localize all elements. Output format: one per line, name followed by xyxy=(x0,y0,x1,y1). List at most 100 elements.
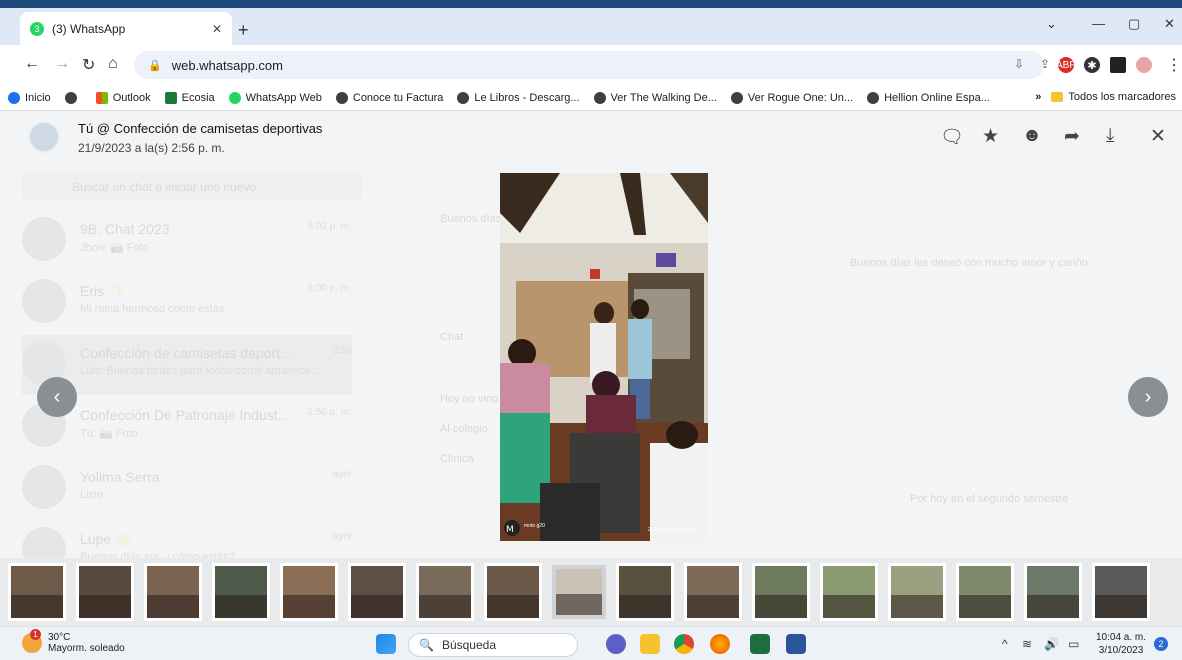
home-icon[interactable]: ⌂ xyxy=(108,55,118,73)
media-thumbnail[interactable] xyxy=(888,563,946,621)
media-thumbnail[interactable] xyxy=(956,563,1014,621)
thumbnail-shade xyxy=(11,594,63,618)
windows-start-icon[interactable] xyxy=(376,634,396,654)
tray-overflow-icon[interactable]: ^ xyxy=(1002,637,1008,651)
bookmark-hellion[interactable]: Hellion Online Espa... xyxy=(867,91,990,104)
thumbnail-shade xyxy=(147,594,199,618)
volume-icon[interactable]: 🔊 xyxy=(1044,637,1059,651)
close-viewer-icon[interactable]: ✕ xyxy=(1150,125,1166,148)
thumbnail-shade xyxy=(487,594,539,618)
taskbar-search[interactable]: 🔍 Búsqueda xyxy=(408,633,578,657)
battery-icon[interactable]: ▭ xyxy=(1068,637,1079,651)
chevron-right-icon: › xyxy=(1144,385,1152,408)
install-app-icon[interactable]: ⇩ xyxy=(1014,57,1024,71)
media-thumbnail[interactable] xyxy=(1092,563,1150,621)
comment-icon[interactable]: 🗨 xyxy=(940,125,964,149)
bookmark-le-libros[interactable]: Le Libros - Descarg... xyxy=(457,91,580,104)
bookmark-inicio[interactable]: Inicio xyxy=(8,91,51,104)
media-thumbnail[interactable] xyxy=(8,563,66,621)
media-thumbnail[interactable] xyxy=(484,563,542,621)
firefox-icon[interactable] xyxy=(710,634,730,654)
chat-bubble: Hoy no vino xyxy=(430,387,509,411)
thumbnail-shade xyxy=(619,594,671,618)
excel-icon[interactable] xyxy=(750,634,770,654)
media-thumbnail[interactable] xyxy=(752,563,810,621)
minimize-icon[interactable]: — xyxy=(1092,16,1105,31)
bookmark-whatsapp-web[interactable]: WhatsApp Web xyxy=(228,91,322,104)
forward-icon[interactable]: ➦ xyxy=(1064,125,1080,148)
thumbnail-shade xyxy=(283,594,335,618)
chat-list-item: 9B. Chat 2023 Jhon: 📷 Foto 6:02 p. m. xyxy=(22,211,352,271)
chat-bubble: Por hoy en el segundo semestre xyxy=(900,487,1079,511)
adblock-extension-icon[interactable]: ABP xyxy=(1056,57,1076,73)
download-icon[interactable]: ⤓ xyxy=(1106,125,1114,147)
profile-avatar-icon[interactable] xyxy=(1136,57,1152,73)
bookmark-globe[interactable] xyxy=(64,91,82,104)
thumbnail-shade xyxy=(1095,594,1147,618)
emoji-react-icon[interactable]: ☻ xyxy=(1022,125,1042,147)
media-thumbnail[interactable] xyxy=(280,563,338,621)
close-tab-icon[interactable]: ✕ xyxy=(212,22,222,36)
folder-icon xyxy=(1051,92,1064,102)
new-tab-icon[interactable]: + xyxy=(238,20,249,41)
ecosia-icon xyxy=(164,91,177,104)
next-media-button[interactable]: › xyxy=(1128,377,1168,417)
media-thumbnail[interactable] xyxy=(684,563,742,621)
wifi-icon[interactable]: ≋ xyxy=(1022,637,1032,651)
chat-bubble: Buenos días les deseo con mucho amor y c… xyxy=(840,251,1098,275)
bookmark-outlook[interactable]: Outlook xyxy=(95,91,151,104)
bookmarks-overflow: » Todos los marcadores xyxy=(1035,91,1176,103)
lock-icon: 🔒 xyxy=(148,59,162,72)
thumbnail-shade xyxy=(959,594,1011,618)
bookmark-ecosia[interactable]: Ecosia xyxy=(164,91,215,104)
word-icon[interactable] xyxy=(786,634,806,654)
reload-icon[interactable]: ↻ xyxy=(82,55,95,75)
close-window-icon[interactable]: ✕ xyxy=(1164,16,1175,32)
globe-icon xyxy=(867,91,880,104)
notification-badge[interactable]: 2 xyxy=(1154,637,1168,651)
taskbar-clock[interactable]: 10:04 a. m. 3/10/2023 xyxy=(1096,631,1146,657)
media-thumbnail[interactable] xyxy=(212,563,270,621)
address-bar[interactable]: 🔒 web.whatsapp.com xyxy=(134,51,1044,79)
share-icon[interactable]: ⇪ xyxy=(1040,57,1050,71)
media-thumbnail[interactable] xyxy=(820,563,878,621)
media-thumbnail[interactable] xyxy=(1024,563,1082,621)
previous-media-button[interactable]: ‹ xyxy=(37,377,77,417)
edge-icon xyxy=(8,91,20,104)
chat-search-input: Buscar un chat o iniciar uno nuevo xyxy=(22,173,362,201)
forward-icon[interactable]: → xyxy=(54,55,70,73)
weather-widget[interactable]: 1 30°C Mayorm. soleado xyxy=(22,629,125,654)
file-explorer-icon[interactable] xyxy=(640,634,660,654)
media-thumbnail[interactable] xyxy=(144,563,202,621)
menu-kebab-icon[interactable]: ⋮ xyxy=(1166,55,1182,75)
bookmark-rogue-one[interactable]: Ver Rogue One: Un... xyxy=(730,91,853,104)
tab-search-icon[interactable]: ⌄ xyxy=(1046,16,1057,32)
globe-icon xyxy=(457,91,470,104)
bookmark-walking-dead[interactable]: Ver The Walking De... xyxy=(593,91,717,104)
thumbnail-shade xyxy=(215,594,267,618)
group-avatar[interactable] xyxy=(28,121,60,153)
url-text: web.whatsapp.com xyxy=(171,57,283,73)
media-thumbnail[interactable] xyxy=(416,563,474,621)
os-top-strip xyxy=(0,0,1182,8)
search-icon: 🔍 xyxy=(419,638,434,652)
media-thumbnail[interactable] xyxy=(552,565,606,619)
star-icon[interactable]: ★ xyxy=(982,125,999,148)
media-thumbnail[interactable] xyxy=(348,563,406,621)
thumbnail-shade xyxy=(823,594,875,618)
media-thumbnail[interactable] xyxy=(616,563,674,621)
sent-date: 21/9/2023 a la(s) 2:56 p. m. xyxy=(78,141,225,155)
meet-chat-icon[interactable] xyxy=(606,634,626,654)
maximize-icon[interactable]: ▢ xyxy=(1128,16,1140,32)
chrome-icon[interactable] xyxy=(674,634,694,654)
tab-whatsapp[interactable]: 3 (3) WhatsApp ✕ xyxy=(20,12,232,45)
main-photo: M moto g20 2023 09 21 14:46:46 xyxy=(500,173,708,541)
extensions-puzzle-icon[interactable]: ✱ xyxy=(1084,57,1100,73)
media-thumbnail[interactable] xyxy=(76,563,134,621)
back-icon[interactable]: ← xyxy=(24,55,40,73)
side-panel-icon[interactable] xyxy=(1110,57,1126,73)
bookmark-factura[interactable]: Conoce tu Factura xyxy=(335,91,443,104)
more-bookmarks-button[interactable]: » xyxy=(1035,91,1041,103)
sun-icon: 1 xyxy=(22,629,42,653)
all-bookmarks-button[interactable]: Todos los marcadores xyxy=(1068,91,1176,103)
